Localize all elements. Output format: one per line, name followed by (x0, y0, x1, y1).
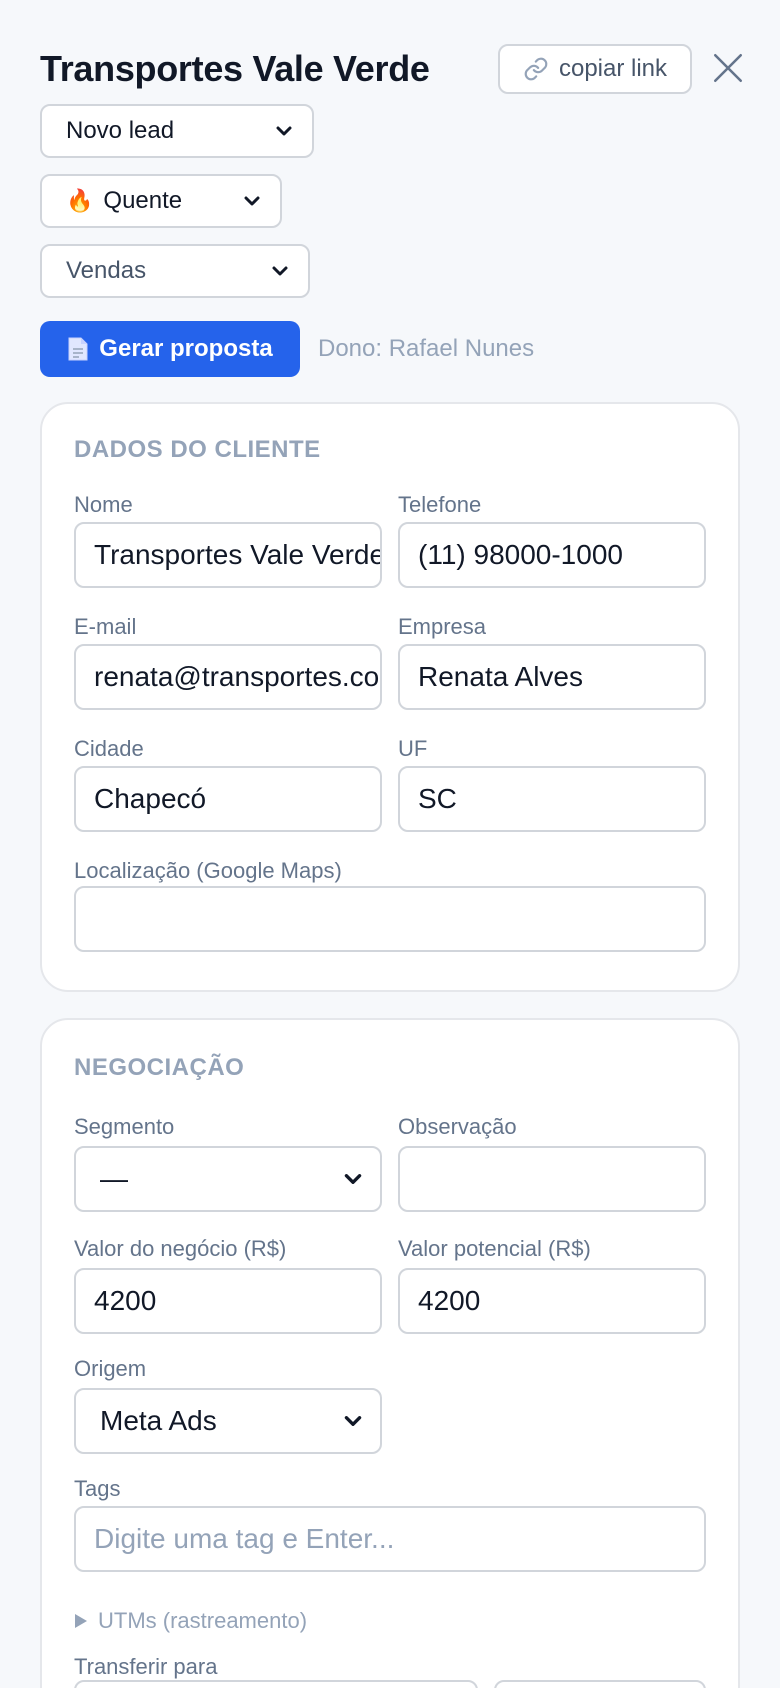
section-title: DADOS DO CLIENTE (74, 436, 321, 463)
phone-label: Telefone (398, 492, 482, 517)
copy-link-button[interactable]: copiar link (498, 44, 692, 94)
copy-link-label: copiar link (558, 55, 668, 82)
actions-row: Gerar proposta Dono: Rafael Nunes (40, 321, 534, 377)
tags-input[interactable]: Digite uma tag e Enter... (74, 1506, 706, 1572)
status-select-value: Novo lead (66, 117, 175, 144)
note-label: Observação (398, 1114, 517, 1139)
chevron-down-icon (276, 126, 292, 136)
negotiation-section: NEGOCIAÇÃO Segmento Observação — Valor d… (40, 1018, 740, 1688)
generate-proposal-label: Gerar proposta (99, 335, 273, 362)
deal-value-label: Valor do negócio (R$) (74, 1236, 287, 1261)
chevron-down-icon (344, 1416, 362, 1426)
city-input[interactable]: Chapecó (74, 766, 382, 832)
client-data-section: DADOS DO CLIENTE Nome Telefone Transport… (40, 402, 740, 992)
company-label: Empresa (398, 614, 487, 639)
chevron-down-icon (244, 196, 260, 206)
transfer-label: Transferir para (74, 1654, 218, 1679)
status-select[interactable]: Novo lead (40, 104, 314, 158)
origin-select[interactable]: Meta Ads (74, 1388, 382, 1454)
segment-label: Segmento (74, 1114, 175, 1139)
temperature-select-value: Quente (103, 187, 183, 214)
document-icon (68, 337, 88, 361)
close-button[interactable] (708, 48, 748, 88)
state-input[interactable]: SC (398, 766, 706, 832)
state-label: UF (398, 736, 428, 761)
city-label: Cidade (74, 736, 144, 761)
potential-value-label: Valor potencial (R$) (398, 1236, 591, 1261)
section-title: NEGOCIAÇÃO (74, 1054, 245, 1081)
owner-text: Dono: Rafael Nunes (318, 335, 535, 362)
temperature-select[interactable]: 🔥 Quente (40, 174, 282, 228)
deal-value-input[interactable]: 4200 (74, 1268, 382, 1334)
header: Transportes Vale Verde copiar link (40, 44, 743, 94)
tags-label: Tags (74, 1476, 121, 1501)
company-input[interactable]: Renata Alves (398, 644, 706, 710)
lead-detail-panel: Transportes Vale Verde copiar link Novo … (0, 0, 780, 1688)
department-select[interactable]: Vendas (40, 244, 310, 298)
generate-proposal-button[interactable]: Gerar proposta (40, 321, 300, 377)
close-icon (713, 53, 743, 83)
origin-label: Origem (74, 1356, 147, 1381)
link-icon (524, 57, 548, 81)
phone-input[interactable]: (11) 98000-1000 (398, 522, 706, 588)
note-input[interactable] (398, 1146, 706, 1212)
utm-toggle[interactable]: UTMs (rastreamento) (74, 1608, 307, 1634)
utm-label: UTMs (rastreamento) (98, 1608, 308, 1633)
name-input[interactable]: Transportes Vale Verde (74, 522, 382, 588)
email-input[interactable]: renata@transportes.com.br (74, 644, 382, 710)
potential-value-input[interactable]: 4200 (398, 1268, 706, 1334)
triangle-right-icon (75, 1614, 87, 1628)
segment-select-value: — (100, 1163, 128, 1194)
location-label: Localização (Google Maps) (74, 858, 342, 883)
origin-select-value: Meta Ads (100, 1405, 217, 1436)
chevron-down-icon (344, 1174, 362, 1184)
location-input[interactable] (74, 886, 706, 952)
transfer-select[interactable] (74, 1680, 478, 1688)
chevron-down-icon (272, 266, 288, 276)
segment-select[interactable]: — (74, 1146, 382, 1212)
name-label: Nome (74, 492, 133, 517)
page-title: Transportes Vale Verde (40, 48, 430, 89)
email-label: E-mail (74, 614, 137, 639)
transfer-button[interactable] (494, 1680, 706, 1688)
department-select-value: Vendas (66, 257, 147, 284)
flame-icon: 🔥 (66, 188, 94, 213)
